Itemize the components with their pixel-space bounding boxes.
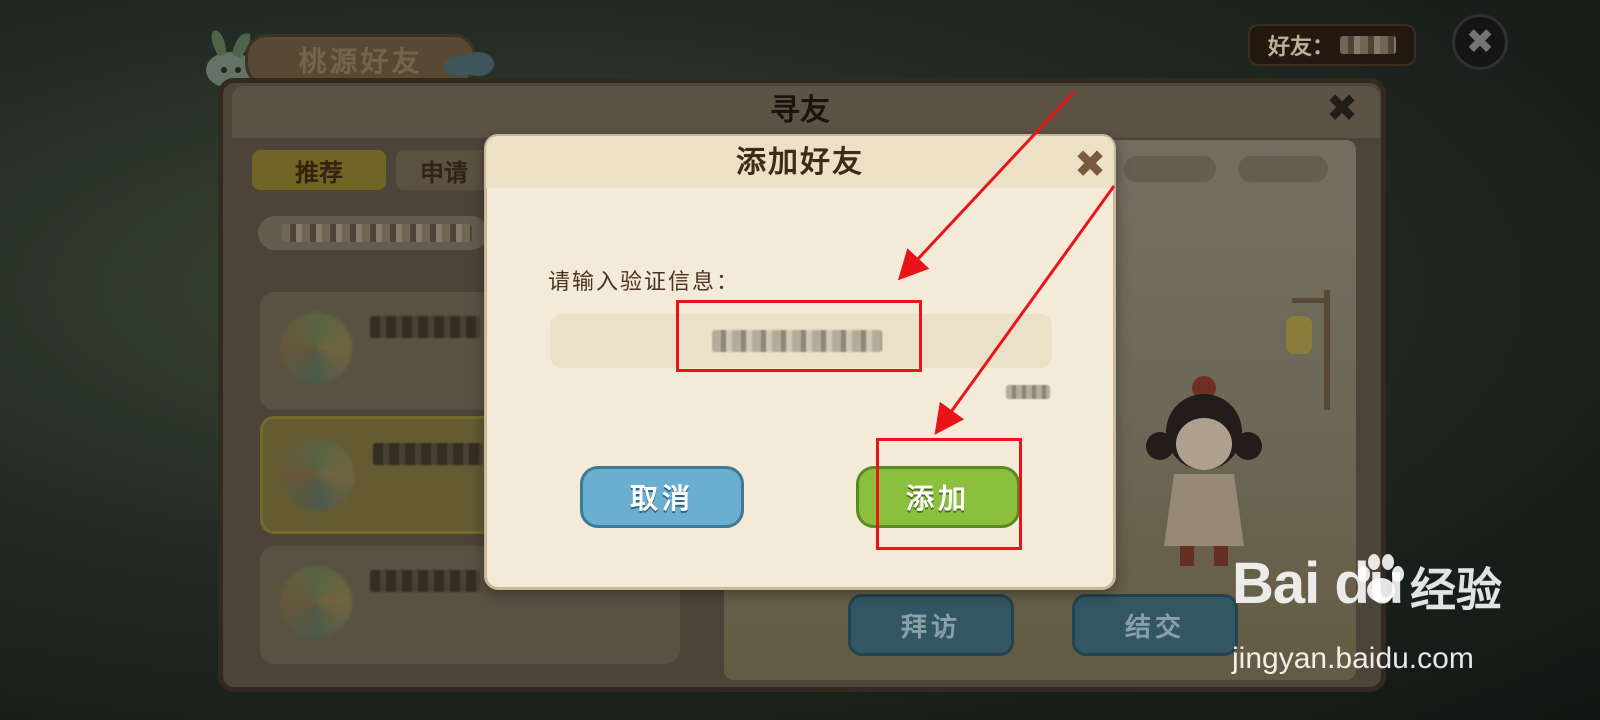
char-count-pixelated: [1006, 384, 1056, 402]
annotation-box-input: [676, 300, 922, 372]
watermark-url: jingyan.baidu.com: [1232, 642, 1474, 675]
pixelated-text: [1006, 385, 1050, 399]
close-icon: ✖: [1074, 142, 1106, 186]
dialog-close-button[interactable]: ✖: [1070, 142, 1110, 186]
paw-icon: [1358, 554, 1404, 602]
annotation-box-add: [876, 438, 1022, 550]
baidu-watermark: Bai du 经验 jingyan.baidu.com: [1232, 550, 1562, 690]
dialog-title: 添加好友: [736, 145, 864, 180]
verify-prompt: 请输入验证信息：: [548, 270, 741, 295]
watermark-cn: 经验: [1410, 563, 1502, 617]
cancel-button[interactable]: 取消: [580, 466, 744, 528]
